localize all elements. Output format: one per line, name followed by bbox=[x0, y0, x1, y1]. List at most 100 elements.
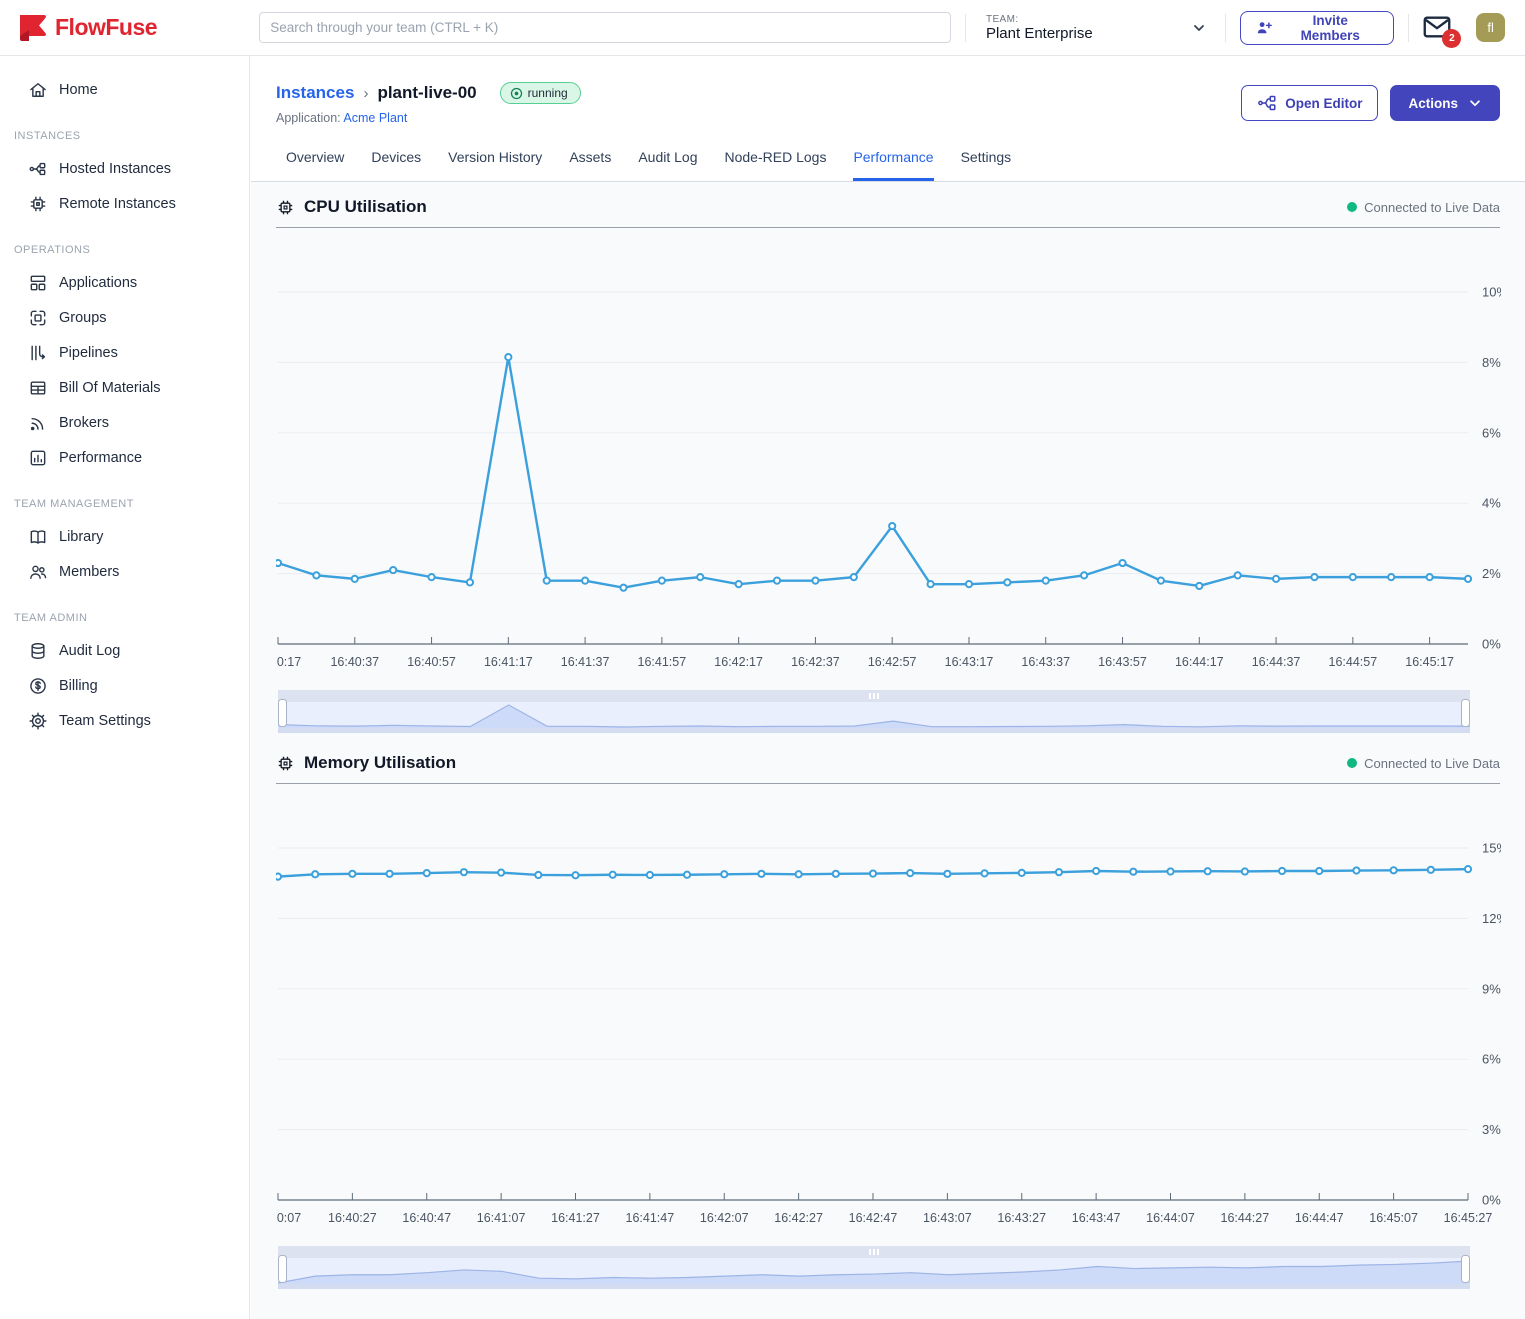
invite-members-button[interactable]: Invite Members bbox=[1240, 11, 1394, 45]
navigator-handle-left[interactable] bbox=[279, 700, 287, 727]
navigator-grip[interactable] bbox=[869, 1249, 879, 1255]
data-point[interactable] bbox=[889, 523, 895, 529]
notifications-button[interactable]: 2 bbox=[1423, 15, 1453, 41]
breadcrumb-instances-link[interactable]: Instances bbox=[276, 83, 354, 103]
data-point[interactable] bbox=[1235, 572, 1241, 578]
data-point[interactable] bbox=[851, 574, 857, 580]
data-point[interactable] bbox=[812, 578, 818, 584]
data-point[interactable] bbox=[498, 870, 504, 876]
memory-utilisation-chart[interactable]: 0%3%6%9%12%15%0:0716:40:2716:40:4716:41:… bbox=[276, 784, 1500, 1234]
navigator-handle-left[interactable] bbox=[279, 1256, 287, 1283]
tab-version-history[interactable]: Version History bbox=[448, 149, 542, 181]
data-point[interactable] bbox=[1167, 868, 1173, 874]
data-point[interactable] bbox=[1273, 576, 1279, 582]
data-point[interactable] bbox=[424, 870, 430, 876]
data-point[interactable] bbox=[390, 567, 396, 573]
search-input[interactable] bbox=[259, 12, 951, 43]
actions-button[interactable]: Actions bbox=[1390, 85, 1500, 121]
data-point[interactable] bbox=[774, 578, 780, 584]
data-point[interactable] bbox=[1353, 867, 1359, 873]
data-point[interactable] bbox=[796, 871, 802, 877]
data-point[interactable] bbox=[1056, 869, 1062, 875]
data-point[interactable] bbox=[966, 581, 972, 587]
tab-assets[interactable]: Assets bbox=[569, 149, 611, 181]
data-point[interactable] bbox=[1119, 560, 1125, 566]
navigator-handle-right[interactable] bbox=[1462, 1256, 1470, 1283]
data-point[interactable] bbox=[684, 872, 690, 878]
data-point[interactable] bbox=[870, 870, 876, 876]
data-point[interactable] bbox=[461, 869, 467, 875]
data-point[interactable] bbox=[572, 872, 578, 878]
sidebar-item-bill-of-materials[interactable]: Bill Of Materials bbox=[0, 370, 249, 405]
data-point[interactable] bbox=[1130, 869, 1136, 875]
data-point[interactable] bbox=[1388, 574, 1394, 580]
application-link[interactable]: Acme Plant bbox=[343, 111, 407, 125]
tab-devices[interactable]: Devices bbox=[371, 149, 421, 181]
memory-chart-navigator[interactable] bbox=[278, 1246, 1500, 1290]
data-point[interactable] bbox=[349, 871, 355, 877]
open-editor-button[interactable]: Open Editor bbox=[1241, 85, 1378, 121]
data-point[interactable] bbox=[276, 874, 281, 880]
data-point[interactable] bbox=[1004, 579, 1010, 585]
data-point[interactable] bbox=[610, 872, 616, 878]
data-point[interactable] bbox=[1158, 578, 1164, 584]
cpu-utilisation-chart[interactable]: 0%2%4%6%8%10%0:1716:40:3716:40:5716:41:1… bbox=[276, 228, 1500, 678]
team-selector[interactable]: TEAM: Plant Enterprise bbox=[986, 14, 1211, 42]
sidebar-item-library[interactable]: Library bbox=[0, 519, 249, 554]
tab-node-red-logs[interactable]: Node-RED Logs bbox=[725, 149, 827, 181]
data-point[interactable] bbox=[1279, 868, 1285, 874]
data-point[interactable] bbox=[659, 578, 665, 584]
data-point[interactable] bbox=[1205, 868, 1211, 874]
data-point[interactable] bbox=[535, 872, 541, 878]
navigator-grip[interactable] bbox=[869, 693, 879, 699]
tab-overview[interactable]: Overview bbox=[286, 149, 344, 181]
avatar[interactable]: fl bbox=[1476, 13, 1505, 42]
sidebar-item-team-settings[interactable]: Team Settings bbox=[0, 703, 249, 738]
data-point[interactable] bbox=[312, 871, 318, 877]
data-point[interactable] bbox=[1391, 867, 1397, 873]
cpu-chart-navigator[interactable] bbox=[278, 690, 1500, 734]
data-point[interactable] bbox=[1043, 578, 1049, 584]
sidebar-item-audit-log[interactable]: Audit Log bbox=[0, 633, 249, 668]
data-point[interactable] bbox=[1465, 866, 1471, 872]
sidebar-item-billing[interactable]: Billing bbox=[0, 668, 249, 703]
sidebar-item-performance[interactable]: Performance bbox=[0, 440, 249, 475]
sidebar-item-applications[interactable]: Applications bbox=[0, 265, 249, 300]
data-point[interactable] bbox=[428, 574, 434, 580]
data-point[interactable] bbox=[1316, 868, 1322, 874]
data-point[interactable] bbox=[467, 579, 473, 585]
data-point[interactable] bbox=[736, 581, 742, 587]
sidebar-item-groups[interactable]: Groups bbox=[0, 300, 249, 335]
tab-settings[interactable]: Settings bbox=[961, 149, 1012, 181]
sidebar-item-brokers[interactable]: Brokers bbox=[0, 405, 249, 440]
data-point[interactable] bbox=[697, 574, 703, 580]
flowfuse-logo[interactable]: FlowFuse bbox=[0, 14, 241, 41]
data-point[interactable] bbox=[386, 871, 392, 877]
data-point[interactable] bbox=[1350, 574, 1356, 580]
data-point[interactable] bbox=[1242, 868, 1248, 874]
sidebar-item-pipelines[interactable]: Pipelines bbox=[0, 335, 249, 370]
data-point[interactable] bbox=[647, 872, 653, 878]
data-point[interactable] bbox=[505, 354, 511, 360]
data-point[interactable] bbox=[1196, 583, 1202, 589]
navigator-svg[interactable] bbox=[278, 690, 1470, 734]
tab-audit-log[interactable]: Audit Log bbox=[638, 149, 697, 181]
data-point[interactable] bbox=[907, 870, 913, 876]
data-point[interactable] bbox=[1428, 867, 1434, 873]
navigator-svg[interactable] bbox=[278, 1246, 1470, 1290]
data-point[interactable] bbox=[1081, 572, 1087, 578]
data-point[interactable] bbox=[313, 572, 319, 578]
data-point[interactable] bbox=[927, 581, 933, 587]
data-point[interactable] bbox=[1427, 574, 1433, 580]
tab-performance[interactable]: Performance bbox=[853, 149, 933, 181]
data-point[interactable] bbox=[276, 560, 281, 566]
data-point[interactable] bbox=[721, 871, 727, 877]
data-point[interactable] bbox=[582, 578, 588, 584]
sidebar-item-members[interactable]: Members bbox=[0, 554, 249, 589]
data-point[interactable] bbox=[1465, 576, 1471, 582]
navigator-handle-right[interactable] bbox=[1462, 700, 1470, 727]
sidebar-item-home[interactable]: Home bbox=[0, 72, 249, 107]
data-point[interactable] bbox=[1093, 868, 1099, 874]
sidebar-item-remote-instances[interactable]: Remote Instances bbox=[0, 186, 249, 221]
data-point[interactable] bbox=[758, 871, 764, 877]
